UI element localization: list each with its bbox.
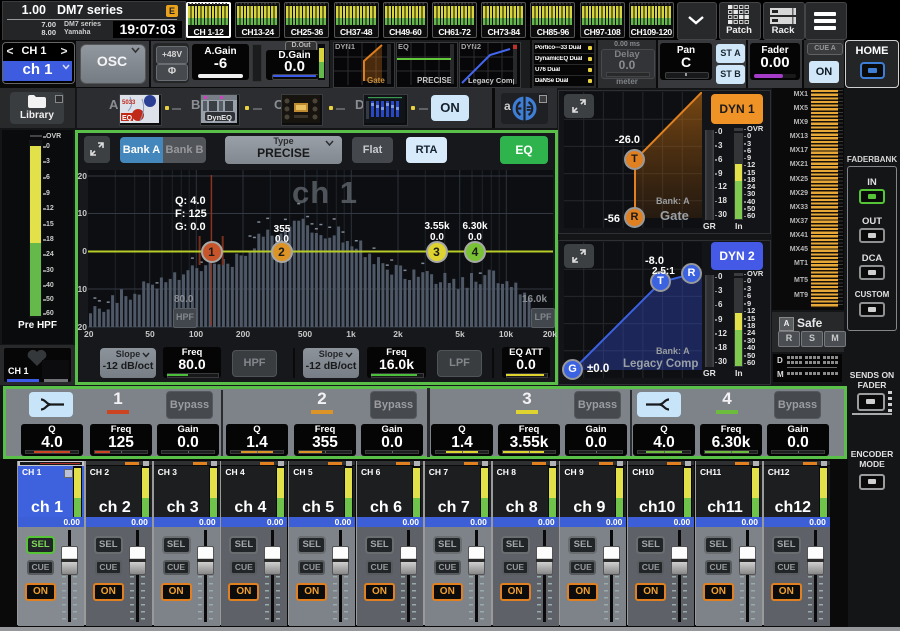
- svg-text:20k: 20k: [543, 329, 557, 339]
- svg-text:2k: 2k: [393, 329, 403, 339]
- svg-text:5k: 5k: [455, 329, 465, 339]
- svg-text:EQ: EQ: [122, 115, 133, 122]
- svg-text:PRECISE: PRECISE: [417, 76, 451, 85]
- svg-text:500: 500: [298, 329, 312, 339]
- svg-text:100: 100: [189, 329, 203, 339]
- svg-text:50: 50: [145, 329, 155, 339]
- svg-text:5033: 5033: [122, 100, 136, 106]
- svg-text:200: 200: [236, 329, 250, 339]
- svg-text:DynEQ: DynEQ: [207, 113, 232, 122]
- svg-text:1k: 1k: [346, 329, 356, 339]
- svg-text:Gate: Gate: [367, 76, 385, 85]
- svg-text:10k: 10k: [499, 329, 513, 339]
- svg-text:Legacy Comp: Legacy Comp: [468, 76, 514, 85]
